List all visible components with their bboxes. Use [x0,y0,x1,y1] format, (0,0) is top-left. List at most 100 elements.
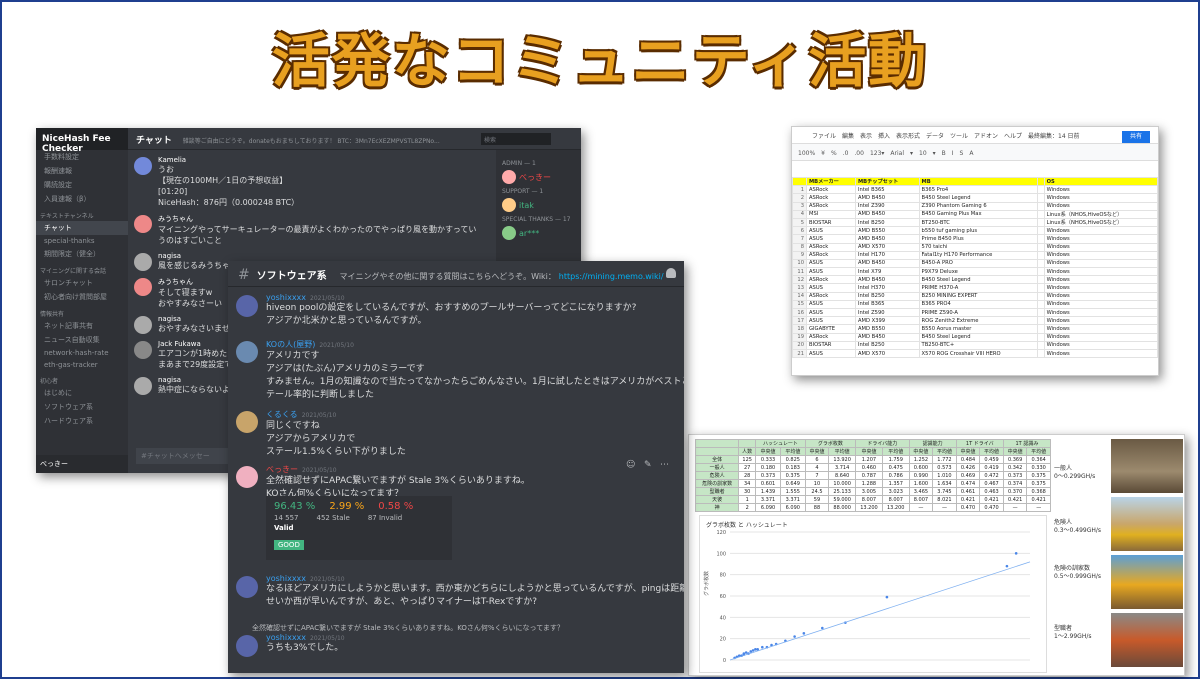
table-cell[interactable]: Windows [1043,348,1158,359]
table-cell[interactable]: AMD X399 [854,316,920,326]
table-cell[interactable] [1036,348,1045,359]
avatar[interactable] [236,341,258,363]
table-cell[interactable]: Intel H370 [854,283,920,293]
stats-cell[interactable]: 0.421 [1002,495,1028,504]
table-cell[interactable] [1036,226,1045,236]
table-cell[interactable]: AMD B450 [854,258,920,269]
row-number[interactable]: 4 [792,209,807,219]
table-cell[interactable] [1036,307,1045,318]
table-cell[interactable]: Z390 Phantom Gaming 6 [918,201,1038,211]
stats-cell[interactable]: 1.555 [779,487,806,496]
stats-cell[interactable]: 1.439 [755,487,781,496]
column-header[interactable] [1036,176,1045,187]
stats-cell[interactable]: 0.484 [955,455,981,464]
stats-header-cell[interactable] [738,439,757,448]
channel-category[interactable]: 情報共有 [36,304,128,319]
channel-item[interactable]: ハードウェア系 [36,414,128,428]
stats-cell[interactable]: 59.000 [828,495,857,504]
table-cell[interactable]: Windows [1043,332,1158,342]
row-number[interactable]: 7 [792,234,807,244]
table-cell[interactable]: Intel B250 [854,217,920,228]
stats-header-cell[interactable]: 人数 [738,447,757,456]
table-cell[interactable]: Windows [1043,283,1158,293]
table-cell[interactable] [1036,201,1045,211]
stats-header-cell[interactable]: 中央値 [755,447,781,456]
table-cell[interactable]: Windows [1043,275,1158,285]
stats-cell[interactable]: 27 [738,463,757,472]
stats-cell[interactable]: — [932,503,957,512]
stats-header-cell[interactable]: 平均値 [779,447,806,456]
table-cell[interactable]: Windows [1043,324,1158,334]
row-number[interactable]: 18 [792,324,807,334]
table-cell[interactable]: B450 Steel Legend [918,193,1038,203]
table-cell[interactable]: Windows [1043,340,1158,350]
table-cell[interactable]: B550 Aorus master [918,324,1038,334]
stats-cell[interactable]: 0.573 [932,463,957,472]
user-panel[interactable]: べっきー [36,455,128,473]
channel-item[interactable]: 入員速報（β） [36,192,128,206]
stats-cell[interactable]: 0.180 [755,463,781,472]
row-number[interactable]: 14 [792,291,807,301]
message-input[interactable]: #チャットへメッセー [136,448,236,464]
avatar[interactable] [134,157,152,175]
table-cell[interactable]: Intel X79 [854,267,920,277]
stats-cell[interactable]: 13.920 [828,455,857,464]
table-cell[interactable]: Windows [1043,250,1158,260]
stats-cell[interactable]: 0.421 [955,495,981,504]
message-author[interactable]: yoshixxxx 2021/05/10 [266,574,676,583]
stats-cell[interactable]: 28 [738,471,757,480]
stats-cell[interactable]: 8.007 [881,495,910,504]
table-cell[interactable]: ASUS [806,307,856,318]
table-cell[interactable] [1036,193,1045,203]
message-author[interactable]: nagisa [158,252,484,260]
table-cell[interactable]: Windows [1043,316,1158,326]
table-cell[interactable]: Intel B250 [854,340,920,350]
search-input[interactable]: 検索 [481,133,551,145]
stats-cell[interactable]: 一般人 [694,463,740,472]
stats-cell[interactable]: 0.459 [979,455,1004,464]
avatar[interactable] [134,278,152,296]
stats-cell[interactable]: 4 [804,463,830,472]
stats-header-cell[interactable] [694,439,740,448]
table-cell[interactable] [1036,283,1045,293]
message-author[interactable]: べっきー 2021/05/10 [266,464,676,475]
table-cell[interactable] [1036,217,1045,228]
table-cell[interactable]: ASUS [806,316,856,326]
avatar[interactable] [134,377,152,395]
row-number[interactable]: 2 [792,193,807,203]
stats-cell[interactable]: 0.990 [908,471,934,480]
stats-cell[interactable]: 1.772 [932,455,957,464]
channel-item[interactable]: 初心者向け質問部屋 [36,290,128,304]
stats-cell[interactable]: 3.023 [881,487,910,496]
stats-cell[interactable]: 型職者 [694,487,740,496]
table-cell[interactable]: AMD X570 [854,348,920,359]
stats-cell[interactable]: 0.373 [1002,471,1028,480]
stats-cell[interactable]: 0.474 [955,479,981,488]
stats-cell[interactable]: 30 [738,487,757,496]
stats-cell[interactable]: 13.200 [881,503,910,512]
stats-cell[interactable]: 6.090 [779,503,806,512]
stats-cell[interactable]: 3.465 [908,487,934,496]
table-cell[interactable]: Windows [1043,226,1158,236]
avatar[interactable] [236,576,258,598]
table-cell[interactable] [1036,299,1045,310]
table-cell[interactable]: Windows [1043,234,1158,244]
wiki-link[interactable]: https://mining.memo.wiki/ [559,272,664,281]
stats-cell[interactable]: 神 [694,503,740,512]
table-cell[interactable]: AMD B450 [854,275,920,285]
channel-item[interactable]: special-thanks [36,235,128,247]
table-cell[interactable] [1036,209,1045,219]
column-header[interactable]: OS [1043,176,1158,187]
row-number[interactable]: 8 [792,242,807,252]
table-cell[interactable]: PRIME H370-A [918,283,1038,293]
table-cell[interactable]: GIGABYTE [806,324,856,334]
row-number[interactable]: 13 [792,283,807,293]
channel-item[interactable]: 期間限定（健全） [36,247,128,261]
table-cell[interactable]: Windows [1043,307,1158,318]
stats-cell[interactable]: 0.463 [979,487,1004,496]
stats-cell[interactable]: 1.252 [908,455,934,464]
table-cell[interactable]: Intel H170 [854,250,920,260]
table-cell[interactable]: BIOSTAR [806,340,856,350]
stats-cell[interactable]: 0.374 [1002,479,1028,488]
stats-cell[interactable]: 8.007 [908,495,934,504]
